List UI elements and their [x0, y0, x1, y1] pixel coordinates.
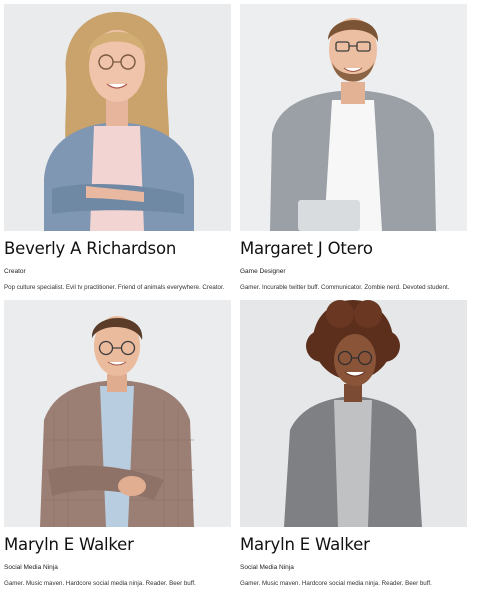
team-member-card: Beverly A Richardson Creator Pop culture… — [4, 4, 231, 300]
team-member-card: Margaret J Otero Game Designer Gamer. In… — [240, 4, 467, 300]
team-grid: Beverly A Richardson Creator Pop culture… — [4, 4, 467, 596]
member-bio: Pop culture specialist. Evil tv practiti… — [4, 284, 225, 291]
team-member-card: Maryln E Walker Social Media Ninja Gamer… — [4, 300, 231, 596]
member-bio: Gamer. Music maven. Hardcore social medi… — [4, 580, 196, 587]
member-photo — [4, 4, 231, 231]
member-name: Maryln E Walker — [240, 535, 370, 554]
member-role: Social Media Ninja — [4, 564, 58, 571]
member-role: Game Designer — [240, 268, 286, 275]
member-role: Social Media Ninja — [240, 564, 294, 571]
member-role: Creator — [4, 268, 26, 275]
member-name: Margaret J Otero — [240, 239, 373, 258]
portrait-woman-blonde — [4, 4, 231, 231]
portrait-man-checked-blazer — [4, 300, 231, 527]
team-member-card: Maryln E Walker Social Media Ninja Gamer… — [240, 300, 467, 596]
member-name: Maryln E Walker — [4, 535, 134, 554]
member-bio: Gamer. Music maven. Hardcore social medi… — [240, 580, 432, 587]
member-photo — [240, 4, 467, 231]
member-photo — [240, 300, 467, 527]
portrait-woman-curly-hair — [240, 300, 467, 527]
member-bio: Gamer. Incurable twitter buff. Communica… — [240, 284, 450, 291]
member-photo — [4, 300, 231, 527]
member-name: Beverly A Richardson — [4, 239, 177, 258]
portrait-man-beard — [240, 4, 467, 231]
